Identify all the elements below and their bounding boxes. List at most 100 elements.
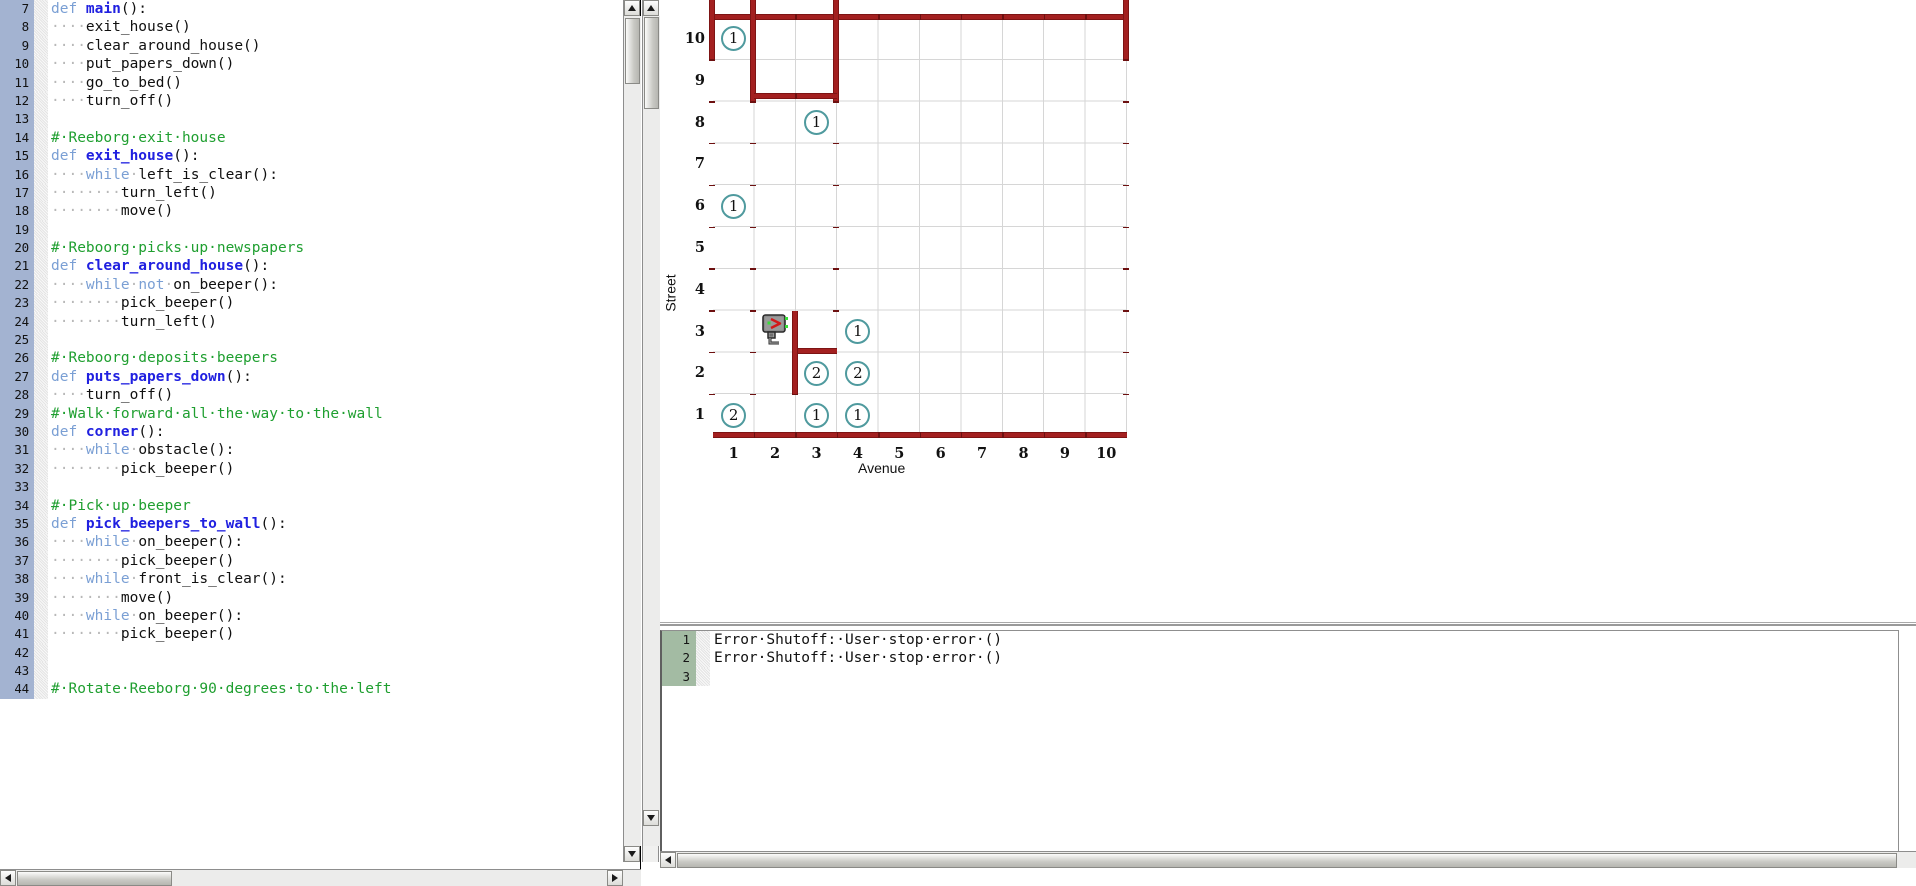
code-line[interactable]: 9 ····clear_around_house() <box>0 36 622 56</box>
y-axis-label: Street <box>662 274 679 312</box>
code-token: ···· <box>51 19 86 36</box>
code-line[interactable]: 7 def main(): <box>0 0 622 19</box>
beeper[interactable]: 1 <box>804 402 829 428</box>
wall-joint <box>709 142 715 145</box>
code-line[interactable]: 43 <box>0 662 622 681</box>
editor-scroll-down-button[interactable] <box>624 846 640 862</box>
code-line[interactable]: 15 def exit_house(): <box>0 147 622 166</box>
code-token: (): <box>120 1 148 17</box>
code-line[interactable]: 33 <box>0 478 622 497</box>
editor-hscroll-thumb[interactable] <box>17 871 172 886</box>
karel-grid[interactable]: 111122211 1 2 3 4 5 6 7 8 9 10 1 2 3 4 5… <box>685 0 1129 462</box>
code-token: #·Rotate·Reeborg·90·degrees·to·the·left <box>51 681 392 698</box>
code-line[interactable]: 8 ····exit_house() <box>0 18 622 37</box>
code-line[interactable]: 44 #·Rotate·Reeborg·90·degrees·to·the·lef… <box>0 680 622 699</box>
gutter-separator <box>34 18 48 37</box>
beeper[interactable]: 1 <box>804 110 829 135</box>
x-tick-label: 7 <box>977 445 988 462</box>
wall-segment-vertical <box>1123 0 1129 60</box>
beeper[interactable]: 2 <box>721 402 747 428</box>
code-token: while <box>85 166 130 183</box>
editor-scroll-up-button[interactable] <box>624 0 640 16</box>
code-line[interactable]: 39 ········move() <box>0 588 622 607</box>
gutter-separator <box>34 36 48 56</box>
wall-joint <box>791 393 798 396</box>
code-line[interactable]: 38 ····while·front_is_clear(): <box>0 570 622 589</box>
console-hscroll-thumb[interactable] <box>677 853 1897 868</box>
line-number: 42 <box>0 643 34 663</box>
code-token: turn_left() <box>120 313 217 330</box>
chevron-down-icon <box>647 815 655 821</box>
code-token: #·Pick·up·beeper <box>51 497 191 514</box>
code-line[interactable]: 36 ····while·on_beeper(): <box>0 533 622 552</box>
console-line: 1 Error·Shutoff:·User·stop·error·() <box>662 631 1898 650</box>
code-token: (): <box>173 148 200 165</box>
wall-joint <box>1043 432 1046 438</box>
code-line[interactable]: 24 ········turn_left() <box>0 312 622 332</box>
editor-scroll-left-button[interactable] <box>0 870 16 886</box>
beeper[interactable]: 2 <box>804 360 829 386</box>
code-line[interactable]: 31 ····while·obstacle(): <box>0 441 622 460</box>
code-line[interactable]: 17 ········turn_left() <box>0 183 622 203</box>
world-vertical-scrollbar[interactable] <box>642 0 660 862</box>
gutter-separator <box>34 533 48 552</box>
code-line[interactable]: 40 ····while·on_beeper(): <box>0 606 622 626</box>
code-line[interactable]: 37 ········pick_beeper() <box>0 551 622 571</box>
code-line[interactable]: 42 <box>0 643 622 663</box>
code-line[interactable]: 41 ········pick_beeper() <box>0 625 622 644</box>
code-editor-text-area[interactable]: 7 def main(): 8 ····exit_house() 9 ····clear_… <box>0 0 622 862</box>
code-line[interactable]: 20 #·Reboorg·picks·up·newspapers <box>0 239 622 258</box>
wall-joint <box>833 184 840 187</box>
code-token: move() <box>120 589 174 606</box>
y-tick-label: 1 <box>694 406 705 424</box>
editor-vscroll-track[interactable] <box>624 16 641 846</box>
console-output[interactable]: 1 Error·Shutoff:·User·stop·error·() 2 Error… <box>660 630 1899 852</box>
editor-vscroll-thumb[interactable] <box>625 18 640 84</box>
world-scroll-up-button[interactable] <box>643 0 659 16</box>
beeper[interactable]: 1 <box>721 193 747 219</box>
gutter-separator <box>34 0 48 19</box>
code-line[interactable]: 30 def corner(): <box>0 422 622 442</box>
code-line[interactable]: 32 ········pick_beeper() <box>0 459 622 479</box>
y-tick-label: 8 <box>694 113 705 131</box>
editor-vertical-scrollbar[interactable] <box>623 0 641 862</box>
code-line[interactable]: 26 #·Reboorg·deposits·beepers <box>0 349 622 368</box>
code-line[interactable]: 11 ····go_to_bed() <box>0 73 622 92</box>
y-tick-label: 9 <box>694 71 705 89</box>
console-scroll-left-button[interactable] <box>660 852 676 868</box>
console-horizontal-scrollbar[interactable] <box>660 851 1916 868</box>
console-line: 3 <box>662 667 1898 687</box>
code-token: · <box>129 166 139 183</box>
editor-scroll-right-button[interactable] <box>607 870 623 886</box>
code-line[interactable]: 35 def pick_beepers_to_wall(): <box>0 514 622 534</box>
code-line[interactable]: 28 ····turn_off() <box>0 386 622 405</box>
code-line[interactable]: 14 #·Reeborg·exit·house <box>0 128 622 148</box>
code-line[interactable]: 29 #·Walk·forward·all·the·way·to·the·wall <box>0 404 622 423</box>
wall-joint <box>833 142 840 145</box>
code-line[interactable]: 12 ····turn_off() <box>0 91 622 111</box>
world-vscroll-thumb[interactable] <box>644 17 659 109</box>
code-line[interactable]: 16 ····while·left_is_clear(): <box>0 165 622 184</box>
wall-joint <box>750 226 757 228</box>
code-line[interactable]: 10 ····put_papers_down() <box>0 55 622 74</box>
code-line-text: ········turn_left() <box>48 184 622 202</box>
robot-reeborg[interactable] <box>760 313 790 347</box>
world-canvas[interactable]: 111122211 1 2 3 4 5 6 7 8 9 10 1 2 3 4 5… <box>660 0 1916 623</box>
editor-horizontal-scrollbar[interactable] <box>0 869 641 886</box>
code-line[interactable]: 27 def puts_papers_down(): <box>0 367 622 387</box>
beeper[interactable]: 1 <box>845 402 871 428</box>
code-line[interactable]: 18 ········move() <box>0 202 622 221</box>
code-line[interactable]: 23 ········pick_beeper() <box>0 294 622 313</box>
code-line[interactable]: 22 ····while·not·on_beeper(): <box>0 275 622 295</box>
code-token: front_is_clear(): <box>138 571 287 588</box>
line-number: 32 <box>0 459 34 479</box>
code-token: ···· <box>51 442 86 459</box>
world-vscroll-track[interactable] <box>643 16 660 846</box>
wall-joint <box>1123 226 1129 228</box>
code-line[interactable]: 13 <box>0 110 622 129</box>
code-line[interactable]: 19 <box>0 220 622 240</box>
world-scroll-down-button[interactable] <box>643 810 659 826</box>
code-line[interactable]: 34 #·Pick·up·beeper <box>0 496 622 515</box>
code-line[interactable]: 21 def clear_around_house(): <box>0 257 622 276</box>
code-line[interactable]: 25 <box>0 331 622 350</box>
